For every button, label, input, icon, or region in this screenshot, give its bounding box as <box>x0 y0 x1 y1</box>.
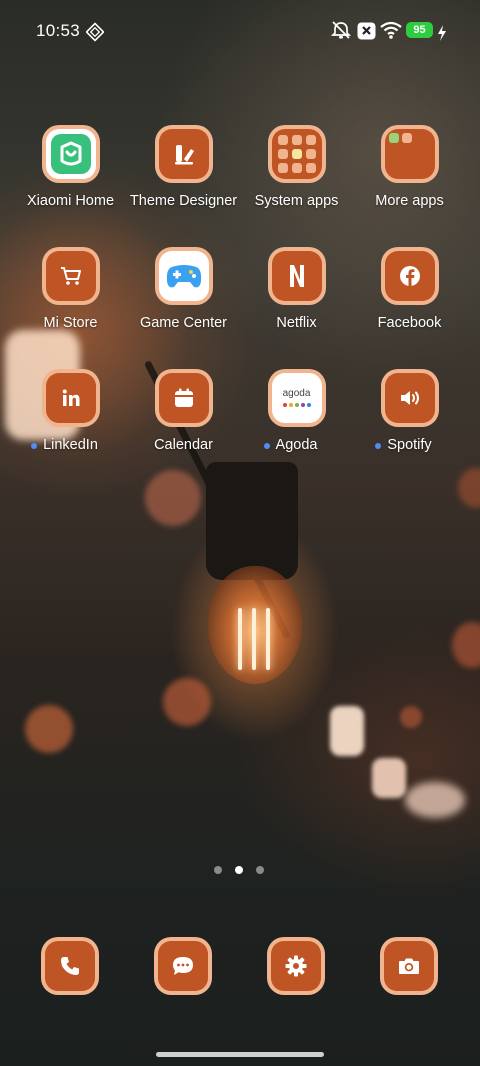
page-dot-active <box>235 866 243 874</box>
app-folder-more-apps[interactable]: More apps <box>353 125 466 210</box>
dock-messages[interactable] <box>154 937 212 995</box>
xiaomi-home-icon[interactable] <box>41 125 100 183</box>
status-bar: 10:53 95 <box>0 0 480 62</box>
calendar-icon[interactable] <box>154 369 213 427</box>
app-xiaomi-home[interactable]: Xiaomi Home <box>14 125 127 210</box>
page-indicator[interactable] <box>214 866 268 874</box>
facebook-icon[interactable] <box>380 247 439 305</box>
app-facebook[interactable]: Facebook <box>353 247 466 332</box>
phone-icon[interactable] <box>41 937 99 995</box>
notification-dot <box>31 443 38 449</box>
netflix-icon[interactable] <box>267 247 326 305</box>
app-netflix[interactable]: Netflix <box>240 247 353 332</box>
charging-bolt-icon <box>438 25 446 41</box>
clock: 10:53 <box>36 21 81 40</box>
shopping-cart-icon[interactable] <box>41 247 100 305</box>
messages-icon[interactable] <box>154 937 212 995</box>
camera-icon[interactable] <box>380 937 438 995</box>
wifi-icon <box>380 21 402 39</box>
app-label: Agoda <box>263 437 317 453</box>
app-label: LinkedIn <box>31 437 98 453</box>
app-label: Calendar <box>154 437 213 453</box>
app-calendar[interactable]: Calendar <box>127 369 240 454</box>
app-label: Game Center <box>139 315 228 331</box>
linkedin-icon[interactable] <box>41 369 100 427</box>
app-linkedin[interactable]: LinkedIn <box>14 369 127 454</box>
dock-phone[interactable] <box>41 937 99 995</box>
page-dot <box>214 866 222 874</box>
app-label: Facebook <box>377 315 442 331</box>
theme-designer-icon[interactable] <box>154 125 213 183</box>
notification-dot <box>263 443 270 449</box>
app-label: Mi Store <box>43 315 98 331</box>
app-label: More apps <box>375 193 444 209</box>
app-mi-store[interactable]: Mi Store <box>14 247 127 332</box>
home-gesture-bar[interactable] <box>156 1052 324 1057</box>
dock-settings[interactable] <box>267 937 325 995</box>
folder-system-apps-icon[interactable] <box>267 125 326 183</box>
app-agoda[interactable]: agoda Agoda <box>240 369 353 454</box>
folder-more-apps-icon[interactable] <box>380 125 439 183</box>
battery-icon: 95 <box>406 22 433 38</box>
app-label: Netflix <box>276 315 317 331</box>
dock-camera[interactable] <box>380 937 438 995</box>
mute-icon <box>330 21 352 39</box>
agoda-logo-text: agoda <box>282 388 311 399</box>
agoda-icon[interactable]: agoda <box>267 369 326 427</box>
app-label: Theme Designer <box>129 193 238 209</box>
cast-icon <box>86 22 104 42</box>
page-dot <box>256 866 264 874</box>
gamepad-icon[interactable] <box>154 247 213 305</box>
battery-level: 95 <box>413 24 426 36</box>
close-box-icon <box>357 22 376 40</box>
app-label: Spotify <box>375 437 432 453</box>
notification-dot <box>375 443 382 449</box>
app-game-center[interactable]: Game Center <box>127 247 240 332</box>
app-label: Xiaomi Home <box>26 193 115 209</box>
app-folder-system-apps[interactable]: System apps <box>240 125 353 210</box>
speaker-icon[interactable] <box>380 369 439 427</box>
app-spotify[interactable]: Spotify <box>353 369 466 454</box>
app-label: System apps <box>254 193 339 209</box>
app-theme-designer[interactable]: Theme Designer <box>127 125 240 210</box>
settings-gear-icon[interactable] <box>267 937 325 995</box>
